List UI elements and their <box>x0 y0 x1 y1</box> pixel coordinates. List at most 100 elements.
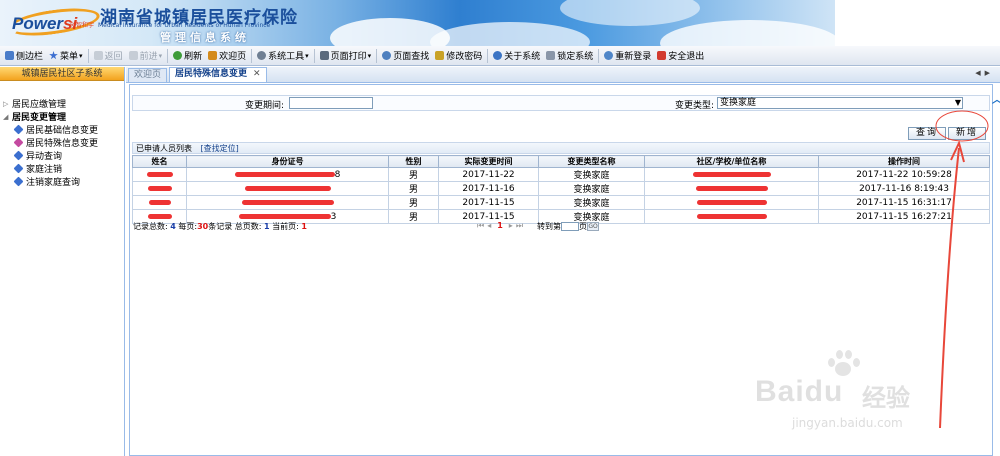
toolbar-divider <box>376 48 378 63</box>
goto-label: 转到第 <box>537 222 561 231</box>
chevron-down-icon: ▼ <box>954 98 961 107</box>
column-header-change-type[interactable]: 变更类型名称 <box>538 155 645 168</box>
total-label: 记录总数: <box>133 222 168 231</box>
print-page-button[interactable]: 页面打印 ▾ <box>317 48 375 64</box>
sidebar-toggle-button[interactable]: 侧边栏 <box>2 48 46 64</box>
change-type-label: 变更类型: <box>675 101 715 111</box>
gender-cell: 男 <box>388 167 439 182</box>
table-row[interactable]: 男 2017-11-15 变换家庭 2017-11-15 16:31:17 <box>132 195 990 210</box>
diamond-icon <box>13 176 24 187</box>
first-page-icon[interactable]: ⏮ <box>477 221 487 230</box>
tab-scroll-controls[interactable]: ◀▶ <box>975 69 994 77</box>
menu-button[interactable]: 菜单 ▾ <box>46 48 86 64</box>
header-banner: Powersi 创智和宇 湖南省城镇居民医疗保险 Medical Insuran… <box>0 0 835 46</box>
chevron-down-icon: ▾ <box>79 51 83 60</box>
redaction-mark <box>148 199 171 205</box>
lock-system-button[interactable]: 锁定系统 <box>543 48 596 64</box>
redaction-mark <box>146 171 173 177</box>
page-jump: 转到第 页GO <box>537 221 599 232</box>
column-header-name[interactable]: 姓名 <box>132 155 187 168</box>
applicant-table: 姓名 身份证号 性别 实际变更时间 变更类型名称 社区/学校/单位名称 操作时间… <box>132 155 990 224</box>
close-tab-icon[interactable]: ✕ <box>253 69 261 79</box>
lock-icon <box>546 51 556 60</box>
toolbar-divider <box>487 48 489 63</box>
id-number-cell <box>186 195 389 210</box>
column-header-gender[interactable]: 性别 <box>388 155 439 168</box>
redaction-mark <box>241 199 334 205</box>
change-type-cell: 变换家庭 <box>538 167 645 182</box>
app-window: Powersi 创智和宇 湖南省城镇居民医疗保险 Medical Insuran… <box>0 0 1000 456</box>
column-header-organization[interactable]: 社区/学校/单位名称 <box>644 155 819 168</box>
redaction-mark <box>147 185 172 191</box>
chevron-left-icon[interactable]: ◀ <box>975 69 984 77</box>
forward-button[interactable]: 前进 ▾ <box>126 48 166 64</box>
printer-icon <box>319 51 329 60</box>
user-icon <box>604 51 614 60</box>
page-number-link[interactable]: 1 <box>497 221 506 230</box>
redaction-mark <box>238 213 331 219</box>
change-password-button[interactable]: 修改密码 <box>432 48 485 64</box>
total-count: 4 <box>170 222 176 231</box>
diamond-icon <box>13 163 24 174</box>
column-header-operation-time[interactable]: 操作时间 <box>818 155 990 168</box>
banner-blank <box>835 0 1000 46</box>
close-icon <box>657 51 667 60</box>
tree-node-fee-management[interactable]: ▷ 居民应缴管理 <box>3 97 124 111</box>
back-button[interactable]: 返回 <box>91 48 126 64</box>
add-button[interactable]: 新增 <box>948 127 986 140</box>
column-header-id-number[interactable]: 身份证号 <box>186 155 389 168</box>
find-in-page-button[interactable]: 页面查找 <box>379 48 432 64</box>
column-header-change-date[interactable]: 实际变更时间 <box>438 155 539 168</box>
toolbar-divider <box>251 48 253 63</box>
query-button[interactable]: 查询 <box>908 127 946 140</box>
redaction-mark <box>234 171 335 177</box>
toolbar-divider <box>87 48 89 63</box>
change-date-input[interactable] <box>289 97 373 109</box>
logout-button[interactable]: 安全退出 <box>654 48 707 64</box>
id-number-cell <box>186 181 389 196</box>
cloud-decoration <box>660 20 835 46</box>
id-number-cell: 8 <box>186 167 389 182</box>
sidebar: 城镇居民社区子系统 ▷ 居民应缴管理 ◢ 居民变更管理 居民基础信息变更 居民特殊信… <box>0 67 125 456</box>
toolbar-divider <box>167 48 169 63</box>
query-form: 变更期间: 变更类型: 变换家庭 ▼ <box>132 95 990 111</box>
system-tools-button[interactable]: 系统工具 ▾ <box>254 48 312 64</box>
logo-brand-cn: 创智和宇 <box>70 22 95 29</box>
tab-special-info-change[interactable]: 居民特殊信息变更 ✕ <box>169 67 267 82</box>
organization-cell <box>644 195 819 210</box>
chevron-right-icon: ▷ <box>3 99 9 108</box>
app-title-en: Medical Insurance for Urban Residents of… <box>98 22 271 29</box>
relogin-button[interactable]: 重新登录 <box>601 48 654 64</box>
about-system-button[interactable]: 关于系统 <box>490 48 543 64</box>
star-icon <box>49 51 58 60</box>
tree-node-change-management[interactable]: ◢ 居民变更管理 <box>3 110 124 124</box>
prev-page-icon[interactable]: ◂ <box>487 221 494 230</box>
sidebar-item-special-info-change[interactable]: 居民特殊信息变更 <box>3 136 124 149</box>
welcome-page-button[interactable]: 欢迎页 <box>205 48 249 64</box>
page-jump-input[interactable] <box>561 222 579 231</box>
help-icon <box>493 51 503 60</box>
collapse-arrow-icon[interactable]: ︿ <box>992 91 1000 106</box>
table-row[interactable]: 8 男 2017-11-22 变换家庭 2017-11-22 10:59:28 <box>132 167 990 182</box>
chevron-right-icon[interactable]: ▶ <box>985 69 994 77</box>
forward-arrow-icon <box>128 51 138 60</box>
sidebar-item-basic-info-change[interactable]: 居民基础信息变更 <box>3 123 124 136</box>
logo-brand: Powersi <box>12 14 78 33</box>
operation-time-cell: 2017-11-16 8:19:43 <box>818 181 990 196</box>
sidebar-item-family-cancel[interactable]: 家庭注销 <box>3 162 124 175</box>
tab-welcome[interactable]: 欢迎页 <box>128 68 168 82</box>
back-arrow-icon <box>93 51 103 60</box>
locate-link[interactable]: [查找定位] <box>201 144 239 153</box>
go-button[interactable]: GO <box>587 222 599 231</box>
change-type-select[interactable]: 变换家庭 ▼ <box>717 97 963 109</box>
sidebar-item-cancelled-family-query[interactable]: 注销家庭查询 <box>3 175 124 188</box>
table-row[interactable]: 男 2017-11-16 变换家庭 2017-11-16 8:19:43 <box>132 181 990 196</box>
last-page-icon[interactable]: ⏭ <box>516 221 526 230</box>
current-page: 1 <box>301 222 307 231</box>
redaction-mark <box>147 213 172 219</box>
next-page-icon[interactable]: ▸ <box>509 221 516 230</box>
refresh-button[interactable]: 刷新 <box>170 48 205 64</box>
sidebar-item-change-query[interactable]: 异动查询 <box>3 149 124 162</box>
name-cell <box>132 167 187 182</box>
name-cell <box>132 195 187 210</box>
